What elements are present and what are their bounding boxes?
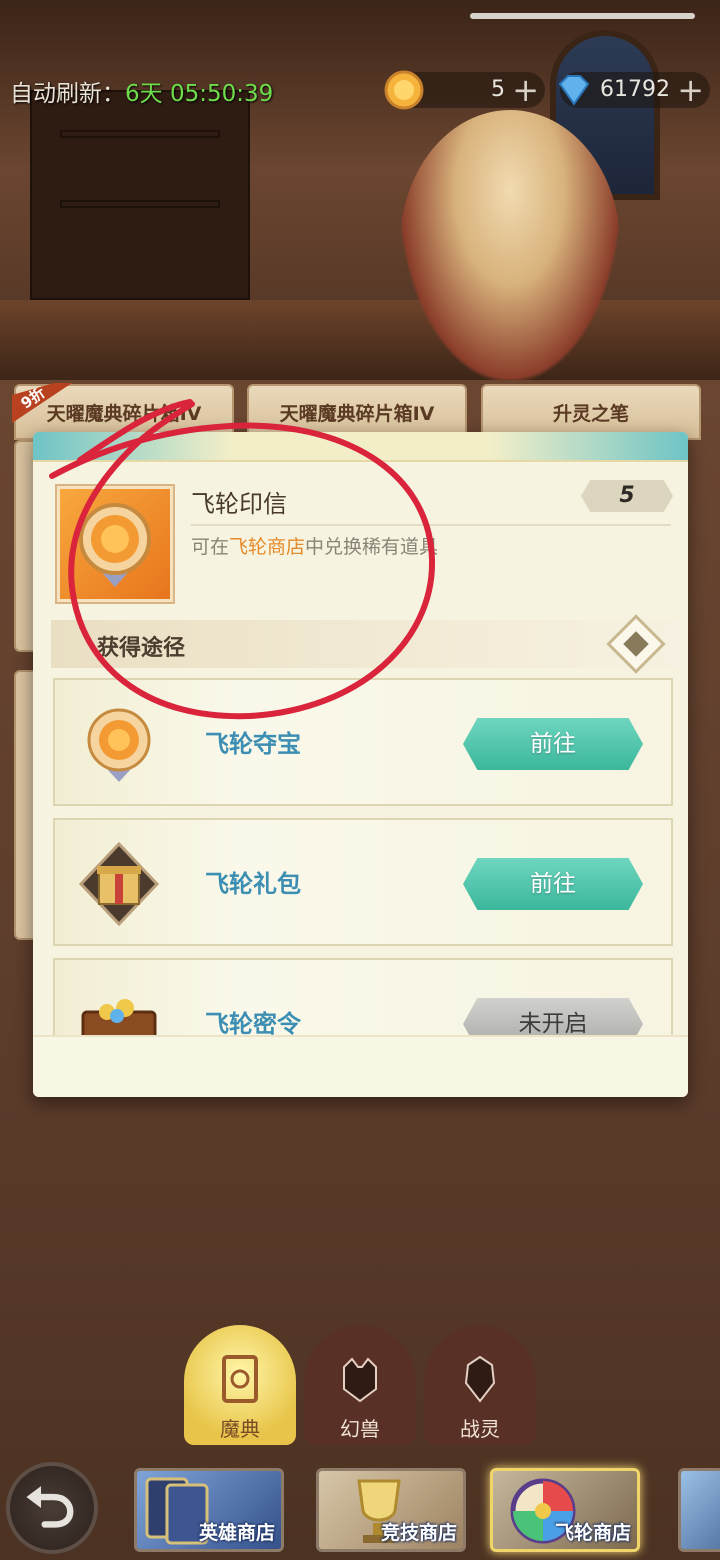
diamond-icon <box>558 75 590 106</box>
desc-suffix: 中兑换稀有道具 <box>305 536 439 558</box>
gift-box-icon <box>78 842 160 926</box>
locked-button[interactable]: 未开启 <box>463 998 643 1035</box>
nav-label: 英雄商店 <box>198 1522 275 1544</box>
tab-spirit[interactable]: 战灵 <box>424 1325 536 1445</box>
merchant-character <box>400 110 620 380</box>
add-coin-button[interactable]: + <box>512 72 539 108</box>
coin-medal-icon <box>87 708 151 782</box>
shop-item-label: 天曜魔典碎片箱IV <box>46 403 202 425</box>
desc-prefix: 可在 <box>191 536 230 558</box>
nav-label: 飞轮商店 <box>554 1522 631 1544</box>
shop-background <box>0 0 720 380</box>
shelf-plank <box>60 200 220 208</box>
warrior-icon <box>464 1355 496 1403</box>
nav-next-shop[interactable] <box>678 1468 720 1552</box>
bookshelf <box>30 90 250 300</box>
shelf-plank <box>60 130 220 138</box>
item-name: 飞轮印信 <box>191 490 287 518</box>
tab-label: 战灵 <box>460 1417 500 1441</box>
coin-value: 5 <box>491 77 505 102</box>
popup-footer <box>33 1035 688 1097</box>
refresh-timer: 6天 05:50:39 <box>125 81 274 107</box>
tab-beast[interactable]: 幻兽 <box>304 1325 416 1445</box>
tab-label: 魔典 <box>220 1417 260 1441</box>
back-arrow-icon <box>26 1486 74 1528</box>
item-count-badge: 5 <box>581 480 673 512</box>
shop-item-label: 升灵之笔 <box>552 403 629 425</box>
seal-coin-icon <box>384 70 424 110</box>
divider <box>191 524 671 526</box>
shop-item-label: 天曜魔典碎片箱IV <box>279 403 435 425</box>
item-info-popup: 飞轮印信 5 可在飞轮商店中兑换稀有道具 获得途径 飞轮夺宝 前往 飞轮礼包 前… <box>33 432 688 1097</box>
nav-label: 竞技商店 <box>380 1522 457 1544</box>
nav-arena-shop[interactable]: 竞技商店 <box>316 1468 466 1552</box>
desc-highlight: 飞轮商店 <box>229 536 306 558</box>
nav-flywheel-shop[interactable]: 飞轮商店 <box>490 1468 640 1552</box>
tab-label: 幻兽 <box>340 1417 380 1441</box>
add-gem-button[interactable]: + <box>677 72 704 108</box>
list-item: 飞轮夺宝 前往 <box>53 678 673 806</box>
gem-value: 61792 <box>600 77 670 102</box>
book-icon <box>222 1355 258 1403</box>
source-label: 飞轮礼包 <box>205 870 301 898</box>
treasure-chest-icon <box>81 999 157 1035</box>
home-indicator <box>470 13 695 19</box>
beast-icon <box>343 1357 377 1403</box>
go-button[interactable]: 前往 <box>463 718 643 770</box>
auto-refresh: 自动刷新：6天 05:50:39 <box>10 74 273 108</box>
section-title: 获得途径 <box>97 636 186 661</box>
nav-hero-shop[interactable]: 英雄商店 <box>134 1468 284 1552</box>
gem-counter: 61792 + <box>558 72 710 108</box>
coin-counter: 5 + <box>384 70 545 110</box>
item-description: 可在飞轮商店中兑换稀有道具 <box>191 532 438 559</box>
list-item: 飞轮礼包 前往 <box>53 818 673 946</box>
source-label: 飞轮密令 <box>205 1010 301 1035</box>
back-button[interactable] <box>6 1462 98 1554</box>
tab-grimoire[interactable]: 魔典 <box>184 1325 296 1445</box>
refresh-label: 自动刷新： <box>10 81 125 107</box>
list-item: 飞轮密令 未开启 <box>53 958 673 1035</box>
source-label: 飞轮夺宝 <box>205 730 301 758</box>
popup-header-strip <box>33 432 688 462</box>
go-button[interactable]: 前往 <box>463 858 643 910</box>
source-list[interactable]: 飞轮夺宝 前往 飞轮礼包 前往 飞轮密令 未开启 <box>33 678 688 1035</box>
item-icon-frame <box>57 486 173 602</box>
flywheel-seal-icon <box>79 503 151 587</box>
